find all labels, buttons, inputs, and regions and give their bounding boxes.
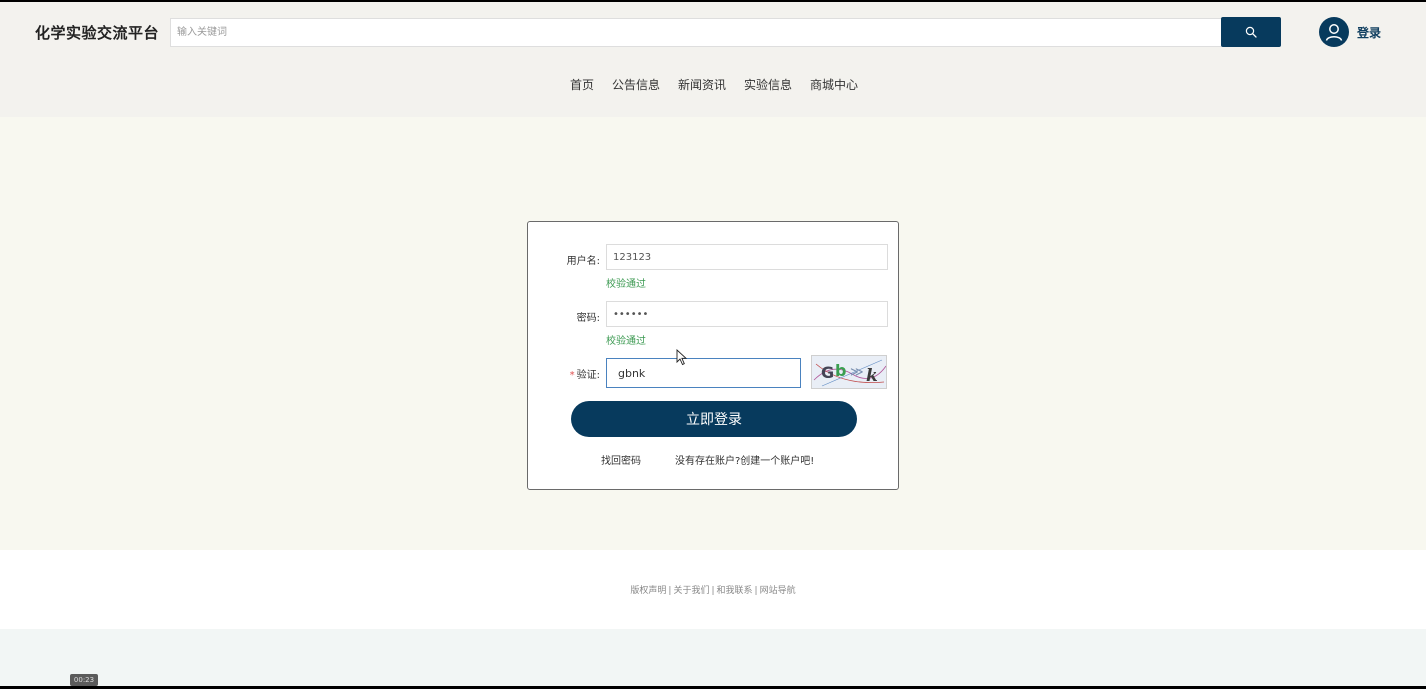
nav-shop[interactable]: 商城中心 — [810, 76, 858, 93]
user-icon — [1325, 24, 1343, 41]
login-submit-button[interactable]: 立即登录 — [571, 401, 857, 437]
site-brand[interactable]: 化学实验交流平台 — [35, 22, 159, 43]
footer-link-sitemap[interactable]: 网站导航 — [760, 586, 796, 596]
password-label: 密码: — [576, 313, 600, 324]
footer-link-contact[interactable]: 和我联系 — [717, 586, 753, 596]
footer-separator: | — [711, 586, 715, 596]
captcha-label: 验证: — [576, 370, 600, 381]
mouse-cursor-icon — [676, 349, 688, 366]
footer-link-about[interactable]: 关于我们 — [673, 586, 709, 596]
nav-announcements[interactable]: 公告信息 — [612, 76, 660, 93]
captcha-char-1: G — [821, 363, 834, 382]
username-status: 校验通过 — [606, 279, 646, 290]
captcha-char-3: k — [866, 366, 878, 386]
username-field[interactable] — [606, 244, 888, 270]
password-field[interactable] — [606, 301, 888, 327]
captcha-graphic: G b ≫ k — [813, 359, 886, 387]
password-status: 校验通过 — [606, 336, 646, 347]
footer-link-copyright[interactable]: 版权声明 — [630, 586, 666, 596]
required-mark: * — [569, 370, 575, 381]
avatar[interactable] — [1319, 17, 1349, 47]
register-link[interactable]: 没有存在账户?创建一个账户吧! — [675, 452, 814, 467]
captcha-char-2: b — [835, 361, 846, 380]
captcha-noise: ≫ — [850, 365, 864, 380]
username-label: 用户名: — [566, 256, 600, 267]
captcha-image[interactable]: G b ≫ k — [811, 355, 887, 389]
main-nav: 首页 公告信息 新闻资讯 实验信息 商城中心 — [0, 76, 1426, 93]
main-content: 用户名: 校验通过 密码: 校验通过 *验证: G b ≫ k 立即登录 — [0, 117, 1426, 550]
captcha-label-wrap: * 验证: — [540, 366, 600, 381]
nav-experiments[interactable]: 实验信息 — [744, 76, 792, 93]
captcha-input[interactable] — [606, 358, 801, 388]
forgot-password-link[interactable]: 找回密码 — [601, 452, 641, 467]
nav-home[interactable]: 首页 — [570, 76, 594, 93]
footer-separator: | — [668, 586, 672, 596]
search-input[interactable] — [170, 18, 1222, 47]
search-icon — [1245, 26, 1257, 38]
footer-separator: | — [754, 586, 758, 596]
login-link[interactable]: 登录 — [1357, 24, 1381, 41]
page: 化学实验交流平台 登录 首页 公告信息 新闻资讯 实验信息 商城中心 用户名: — [0, 2, 1426, 686]
login-form: 用户名: 校验通过 密码: 校验通过 *验证: G b ≫ k 立即登录 — [527, 221, 899, 490]
video-timestamp: 00:23 — [70, 674, 98, 686]
search-button[interactable] — [1221, 17, 1281, 47]
footer-links: 版权声明 | 关于我们 | 和我联系 | 网站导航 — [0, 583, 1426, 596]
header: 化学实验交流平台 登录 首页 公告信息 新闻资讯 实验信息 商城中心 — [0, 2, 1426, 117]
nav-news[interactable]: 新闻资讯 — [678, 76, 726, 93]
footer: 版权声明 | 关于我们 | 和我联系 | 网站导航 — [0, 550, 1426, 629]
